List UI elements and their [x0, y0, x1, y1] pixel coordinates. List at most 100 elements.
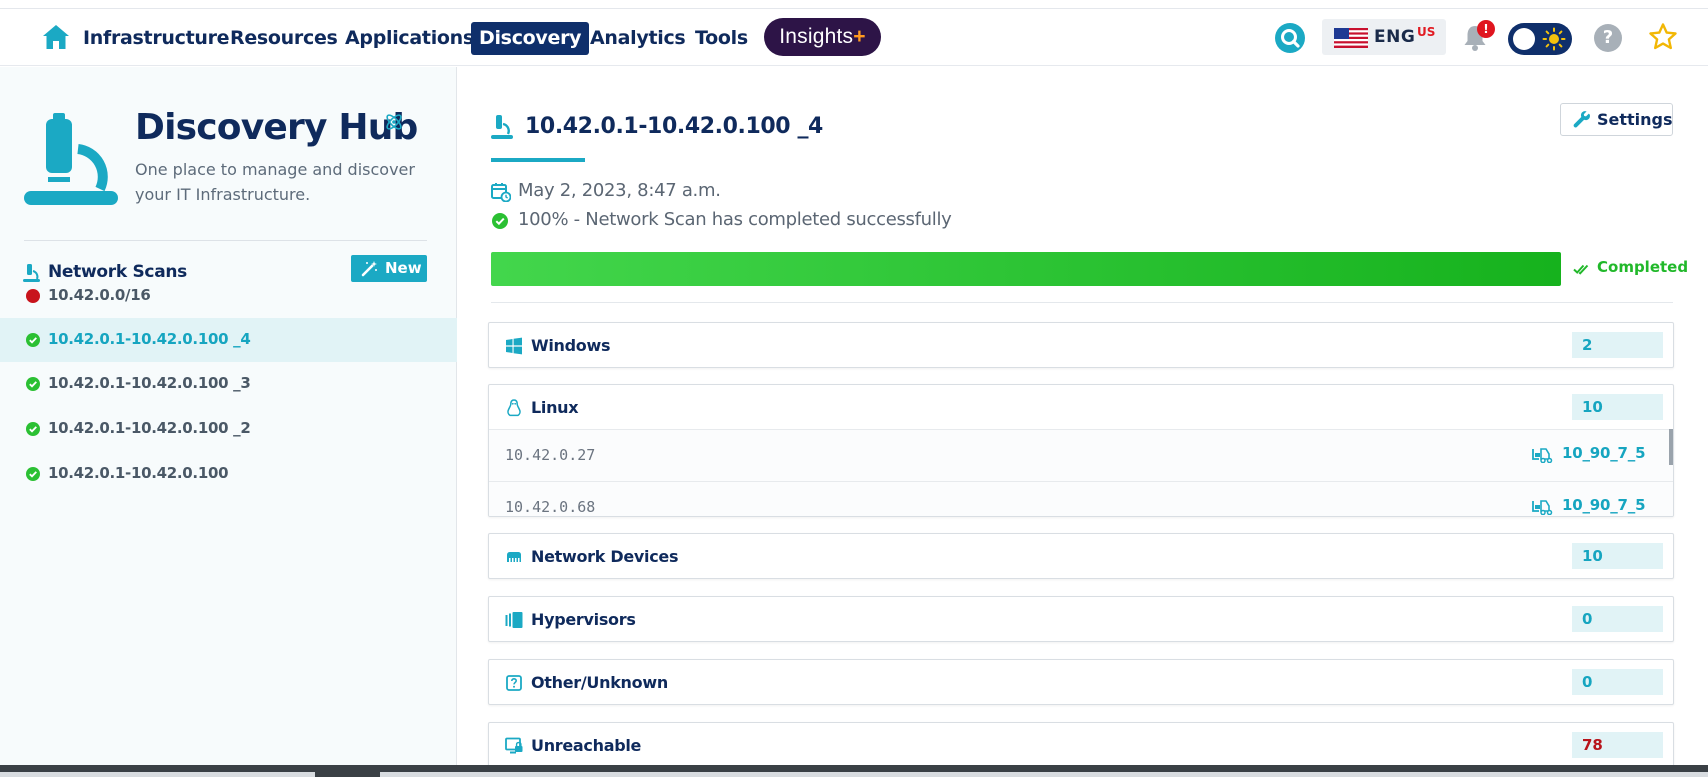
category-header[interactable]: Unreachable 78 — [489, 723, 1673, 767]
scan-item[interactable]: 10.42.0.0/16 — [0, 274, 457, 318]
wrench-icon — [1573, 111, 1590, 128]
host-list-scrollbar[interactable] — [1669, 429, 1673, 465]
windows-icon — [506, 337, 522, 355]
linux-penguin-icon — [507, 399, 521, 417]
main-content: 10.42.0.1-10.42.0.100 _4 Settings May 2,… — [458, 67, 1708, 768]
nav-infrastructure[interactable]: Infrastructure — [75, 22, 237, 55]
scan-item-label: 10.42.0.1-10.42.0.100 _3 — [48, 374, 251, 392]
host-ip: 10.42.0.27 — [505, 446, 596, 464]
bottom-scrollbar[interactable] — [0, 765, 1708, 777]
scan-item[interactable]: 10.42.0.1-10.42.0.100 _3 — [0, 362, 457, 406]
category-panel-linux[interactable]: Linux 10 10.42.0.27 10_90_7_5 10.42.0.68 — [488, 384, 1674, 517]
category-header[interactable]: Linux 10 — [489, 385, 1673, 429]
category-count: 0 — [1572, 669, 1663, 695]
category-header[interactable]: Network Devices 10 — [489, 534, 1673, 578]
help-icon[interactable]: ? — [1594, 24, 1622, 52]
scan-item-label: 10.42.0.1-10.42.0.100 _2 — [48, 419, 251, 437]
category-name: Other/Unknown — [531, 673, 668, 692]
category-count: 0 — [1572, 606, 1663, 632]
scan-progress-bar — [491, 252, 1561, 286]
insights-button[interactable]: Insights+ — [764, 18, 881, 56]
atom-icon — [386, 114, 402, 130]
nav-discovery[interactable]: Discovery — [471, 22, 590, 55]
category-name: Windows — [531, 336, 611, 355]
host-tag-label: 10_90_7_5 — [1562, 444, 1646, 462]
top-navbar: Infrastructure Resources Applications Di… — [0, 9, 1708, 66]
host-ip: 10.42.0.68 — [505, 498, 596, 516]
scrollbar-segment — [0, 772, 315, 777]
scan-item[interactable]: 10.42.0.1-10.42.0.100 _2 — [0, 407, 457, 451]
scan-item[interactable]: 10.42.0.1-10.42.0.100 — [0, 452, 457, 496]
scan-item-label: 10.42.0.0/16 — [48, 286, 151, 304]
insights-plus: + — [853, 25, 866, 48]
category-panel-unreachable[interactable]: Unreachable 78 — [488, 722, 1674, 768]
check-circle-icon — [26, 467, 40, 481]
failed-status-icon — [26, 289, 40, 303]
star-icon[interactable] — [1648, 22, 1678, 52]
sidebar-divider — [24, 240, 427, 241]
forklift-icon — [1532, 500, 1553, 515]
scan-title: 10.42.0.1-10.42.0.100 _4 — [525, 114, 823, 139]
category-header[interactable]: Other/Unknown 0 — [489, 660, 1673, 704]
check-circle-icon — [492, 213, 508, 229]
host-row[interactable]: 10.42.0.27 10_90_7_5 — [489, 429, 1673, 481]
category-count: 10 — [1572, 543, 1663, 569]
language-code: ENG — [1374, 27, 1416, 47]
main-divider — [491, 302, 1673, 303]
language-selector[interactable]: ENG US — [1322, 19, 1446, 55]
network-switch-icon — [507, 552, 521, 562]
double-check-icon — [1573, 264, 1589, 275]
category-count: 10 — [1572, 394, 1663, 420]
us-flag-icon — [1334, 28, 1368, 48]
category-count: 78 — [1572, 732, 1663, 758]
category-panel-network-devices[interactable]: Network Devices 10 — [488, 533, 1674, 579]
microscope-title-icon — [491, 115, 513, 139]
insights-label: Insights — [779, 25, 854, 48]
search-icon[interactable] — [1274, 22, 1306, 54]
host-row[interactable]: 10.42.0.68 10_90_7_5 — [489, 481, 1673, 516]
scan-item-label: 10.42.0.1-10.42.0.100 — [48, 464, 229, 482]
check-circle-icon — [26, 377, 40, 391]
toggle-knob — [1513, 28, 1535, 50]
scrollbar-thumb[interactable] — [380, 772, 1708, 777]
sun-icon — [1542, 27, 1566, 51]
category-count: 2 — [1572, 332, 1663, 358]
calendar-clock-icon — [491, 183, 511, 202]
window-top-edge — [0, 0, 1708, 9]
scan-status-text: 100% - Network Scan has completed succes… — [518, 209, 952, 230]
sidebar: Discovery Hub One place to manage and di… — [0, 67, 457, 767]
category-name: Linux — [531, 398, 579, 417]
scan-date: May 2, 2023, 8:47 a.m. — [518, 180, 721, 201]
host-tag-label: 10_90_7_5 — [1562, 496, 1646, 514]
progress-status-label: Completed — [1597, 258, 1689, 276]
category-name: Hypervisors — [531, 610, 636, 629]
hypervisor-icon — [505, 612, 523, 628]
hub-subtitle: One place to manage and discover your IT… — [135, 160, 415, 204]
language-region: US — [1417, 25, 1436, 39]
forklift-icon — [1532, 448, 1553, 463]
nav-tools[interactable]: Tools — [687, 22, 756, 55]
category-name: Unreachable — [531, 736, 642, 755]
home-icon[interactable] — [42, 24, 70, 50]
question-square-icon — [506, 675, 522, 691]
category-panel-windows[interactable]: Windows 2 — [488, 322, 1674, 368]
category-header[interactable]: Windows 2 — [489, 323, 1673, 367]
monitor-lock-icon — [505, 737, 523, 754]
nav-resources[interactable]: Resources — [222, 22, 346, 55]
category-panel-hypervisors[interactable]: Hypervisors 0 — [488, 596, 1674, 642]
title-underline — [491, 158, 585, 162]
notification-badge: ! — [1477, 20, 1495, 38]
theme-toggle[interactable] — [1508, 23, 1572, 55]
nav-applications[interactable]: Applications — [337, 22, 482, 55]
settings-button[interactable]: Settings — [1560, 103, 1673, 136]
hub-title: Discovery Hub — [135, 107, 418, 148]
category-header[interactable]: Hypervisors 0 — [489, 597, 1673, 641]
scan-item-active[interactable]: 10.42.0.1-10.42.0.100 _4 — [0, 318, 457, 362]
category-name: Network Devices — [531, 547, 679, 566]
nav-analytics[interactable]: Analytics — [582, 22, 693, 55]
check-circle-icon — [26, 333, 40, 347]
scan-progress-fill — [491, 252, 1561, 286]
category-panel-other-unknown[interactable]: Other/Unknown 0 — [488, 659, 1674, 705]
scan-item-label: 10.42.0.1-10.42.0.100 _4 — [48, 330, 251, 348]
microscope-icon — [24, 113, 118, 205]
